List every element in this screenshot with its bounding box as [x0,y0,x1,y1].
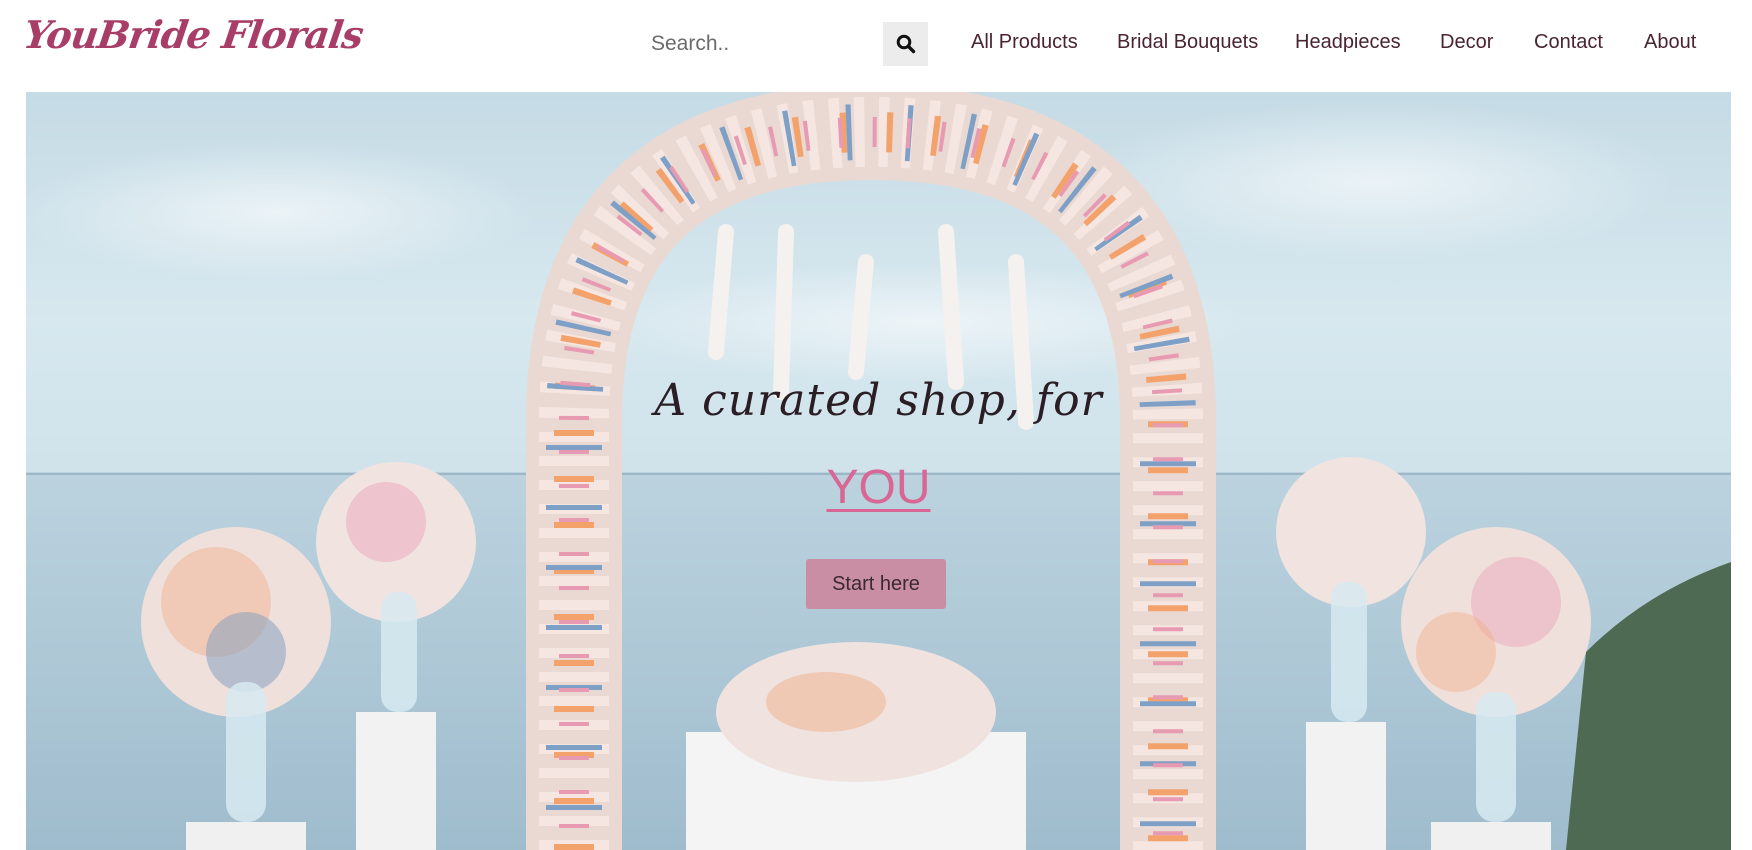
hero-title-link[interactable]: YOU [26,460,1731,515]
search-button[interactable] [883,22,928,66]
hero-subtitle: A curated shop, for [654,375,1103,426]
site-header: YouBride Florals All Products Bridal Bou… [0,0,1752,92]
nav-decor[interactable]: Decor [1440,31,1493,54]
nav-headpieces[interactable]: Headpieces [1295,31,1401,54]
nav-about[interactable]: About [1644,31,1696,54]
hero-banner: A curated shop, for YOU Start here [26,92,1731,850]
search-input[interactable] [637,22,882,66]
start-here-button[interactable]: Start here [806,559,946,609]
nav-bridal-bouquets[interactable]: Bridal Bouquets [1117,31,1258,54]
nav-all-products[interactable]: All Products [971,31,1078,54]
site-logo[interactable]: YouBride Florals [21,12,366,57]
nav-contact[interactable]: Contact [1534,31,1603,54]
search-icon [896,34,915,54]
